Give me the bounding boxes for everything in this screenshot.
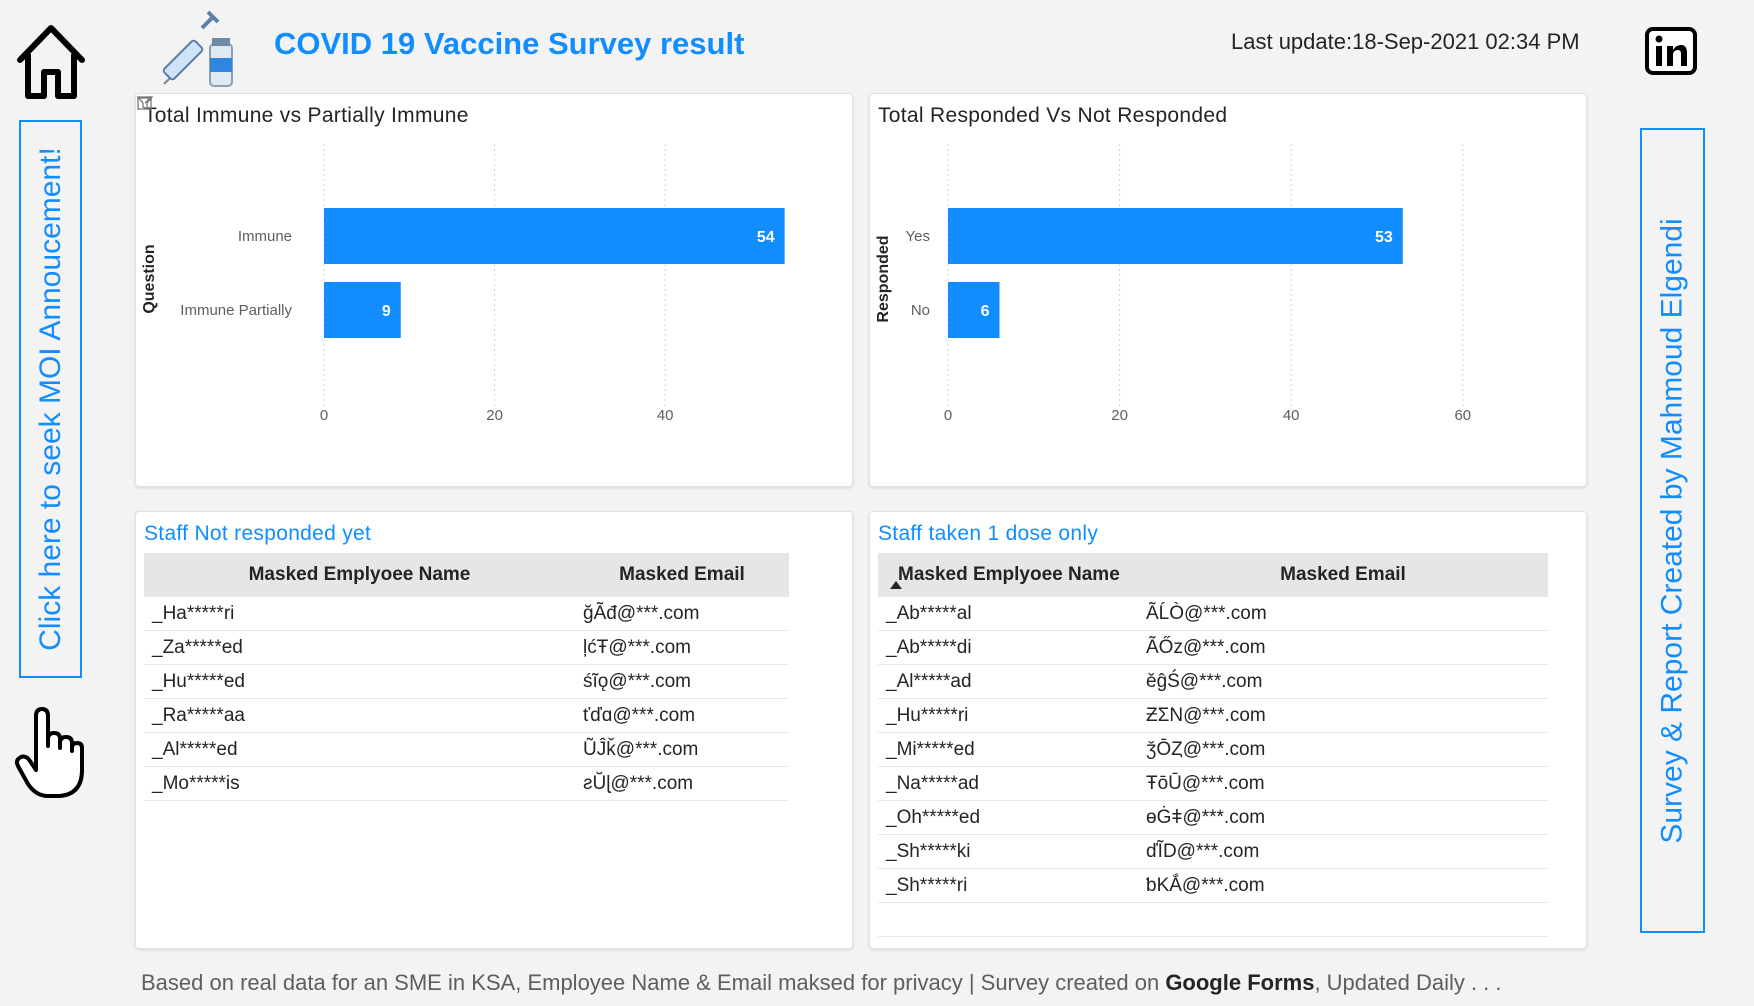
table-one-dose-panel: Staff taken 1 dose only Masked Emplyoee … [869, 511, 1587, 949]
table-row[interactable]: _Ra*****aa ťďɑ@***.com [144, 698, 789, 733]
chart-responded-panel: Total Responded Vs Not Responded 0 20 40 60… [869, 93, 1587, 487]
column-header-email[interactable]: Masked Email [575, 553, 789, 597]
table-row[interactable]: _Ha*****ri ğÃđ@***.com [144, 597, 789, 631]
column-header-name[interactable]: Masked Emplyoee Name [878, 553, 1138, 597]
table-row[interactable]: _Sh*****ri ƅKẮ@***.com [878, 868, 1548, 903]
author-credit-label: Survey & Report Created by Mahmoud Elgen… [1655, 217, 1689, 844]
employee-name-cell: _Ab*****al [878, 597, 1138, 631]
x-tick-label: 0 [944, 407, 952, 424]
employee-name-cell: _Hu*****ed [144, 664, 575, 699]
y-axis-title: Responded [875, 235, 892, 322]
table-row[interactable]: _Na*****ad ŦōŪ@***.com [878, 766, 1548, 801]
category-label: Immune [238, 228, 292, 245]
not-responded-table: Masked Emplyoee Name Masked Email _Ha***… [144, 553, 789, 801]
table-row[interactable]: _Za*****ed ļćŦ@***.com [144, 630, 789, 665]
table-row[interactable]: _Ab*****di ÃŐz@***.com [878, 630, 1548, 665]
x-tick-label: 60 [1454, 407, 1471, 424]
table-row[interactable]: _Hu*****ri ƵΣN@***.com [878, 698, 1548, 733]
data-label: 6 [981, 303, 990, 320]
y-axis-title: Question [141, 244, 158, 313]
empty-cell [1138, 902, 1548, 937]
x-tick-label: 40 [1283, 407, 1300, 424]
moi-announcement-label: Click here to seek MOI Annoucement! [33, 147, 67, 651]
bar-chart: 0 20 40 Question Immune 54 Immune Partially 9 [141, 144, 785, 424]
column-header-email[interactable]: Masked Email [1138, 553, 1548, 597]
page-title: COVID 19 Vaccine Survey result [274, 26, 745, 61]
x-tick-label: 40 [657, 407, 674, 424]
bar [948, 282, 1000, 338]
email-cell: ťďɑ@***.com [575, 698, 789, 733]
moi-announcement-link[interactable]: Click here to seek MOI Annoucement! [19, 120, 82, 678]
data-label: 9 [382, 303, 391, 320]
table-row[interactable]: _Al*****ed ŨĴǩ@***.com [144, 732, 789, 767]
employee-name-cell: _Ab*****di [878, 630, 1138, 665]
email-cell: ğÃđ@***.com [575, 597, 789, 631]
employee-name-cell: _Ra*****aa [144, 698, 575, 733]
email-cell: ƨŬɭ@***.com [575, 766, 789, 801]
vaccine-icon [158, 8, 238, 90]
empty-cell [878, 902, 1138, 937]
employee-name-cell: _Al*****ed [144, 732, 575, 767]
bar [948, 208, 1403, 264]
employee-name-cell: _Oh*****ed [878, 800, 1138, 835]
category-label: No [911, 302, 930, 319]
employee-name-cell: _Mi*****ed [878, 732, 1138, 767]
chart-immune-panel: Total Immune vs Partially Immune 0 20 40 Qu… [135, 93, 853, 487]
email-cell: ƅKẮ@***.com [1138, 868, 1548, 903]
email-cell: ŨĴǩ@***.com [575, 732, 789, 767]
x-tick-label: 20 [486, 407, 503, 424]
table-row[interactable]: _Ab*****al ÃĹÒ@***.com [878, 597, 1548, 631]
employee-name-cell: _Mo*****is [144, 766, 575, 801]
table-row[interactable]: _Sh*****ki ďĨD@***.com [878, 834, 1548, 869]
home-button[interactable] [12, 22, 90, 102]
footer-prefix: Based on real data for an SME in KSA, Em… [141, 970, 1166, 995]
sort-ascending-icon[interactable] [890, 581, 902, 589]
one-dose-table: Masked Emplyoee Name Masked Email _Ab***… [878, 553, 1548, 937]
table-row[interactable]: _Al*****ad ěĝŚ@***.com [878, 664, 1548, 699]
email-cell: ÃŐz@***.com [1138, 630, 1548, 665]
linkedin-button[interactable] [1644, 26, 1698, 76]
category-label: Yes [906, 228, 930, 245]
author-credit-link[interactable]: Survey & Report Created by Mahmoud Elgen… [1640, 128, 1705, 933]
table-row[interactable]: _Hu*****ed śĩǫ@***.com [144, 664, 789, 699]
table-not-responded-panel: Staff Not responded yet Masked Emplyoee … [135, 511, 853, 949]
table-row[interactable]: _Mi*****ed ǯŌȤ@***.com [878, 732, 1548, 767]
employee-name-cell: _Sh*****ki [878, 834, 1138, 869]
data-label: 53 [1375, 229, 1393, 246]
last-update-text: Last update:18-Sep-2021 02:34 PM [1231, 29, 1580, 54]
bar [324, 208, 785, 264]
table-row[interactable]: _Mo*****is ƨŬɭ@***.com [144, 766, 789, 801]
table-row-empty [878, 902, 1548, 937]
email-cell: ǯŌȤ@***.com [1138, 732, 1548, 767]
category-label: Immune Partially [180, 302, 292, 319]
email-cell: ďĨD@***.com [1138, 834, 1548, 869]
email-cell: ÃĹÒ@***.com [1138, 597, 1548, 631]
employee-name-cell: _Sh*****ri [878, 868, 1138, 903]
table-row[interactable]: _Oh*****ed ɵĠǂ@***.com [878, 800, 1548, 835]
linkedin-icon [1645, 27, 1697, 75]
table-title: Staff taken 1 dose only [878, 522, 1099, 545]
employee-name-cell: _Za*****ed [144, 630, 575, 665]
column-header-name[interactable]: Masked Emplyoee Name [144, 553, 575, 597]
footer-suffix: , Updated Daily . . . [1314, 970, 1502, 995]
email-cell: śĩǫ@***.com [575, 664, 789, 699]
employee-name-cell: _Hu*****ri [878, 698, 1138, 733]
email-cell: ļćŦ@***.com [575, 630, 789, 665]
data-label: 54 [757, 229, 775, 246]
employee-name-cell: _Ha*****ri [144, 597, 575, 631]
email-cell: ƵΣN@***.com [1138, 698, 1548, 733]
email-cell: ěĝŚ@***.com [1138, 664, 1548, 699]
email-cell: ɵĠǂ@***.com [1138, 800, 1548, 835]
employee-name-cell: _Na*****ad [878, 766, 1138, 801]
pointing-hand-icon [14, 706, 86, 800]
house-icon [17, 25, 85, 99]
email-cell: ŦōŪ@***.com [1138, 766, 1548, 801]
table-title: Staff Not responded yet [144, 522, 372, 545]
footer-note: Based on real data for an SME in KSA, Em… [141, 970, 1502, 996]
employee-name-cell: _Al*****ad [878, 664, 1138, 699]
x-tick-label: 0 [320, 407, 328, 424]
footer-bold: Google Forms [1165, 970, 1315, 995]
bar-chart: 0 20 40 60 Responded Yes 53 No 6 [875, 144, 1471, 424]
x-tick-label: 20 [1111, 407, 1128, 424]
